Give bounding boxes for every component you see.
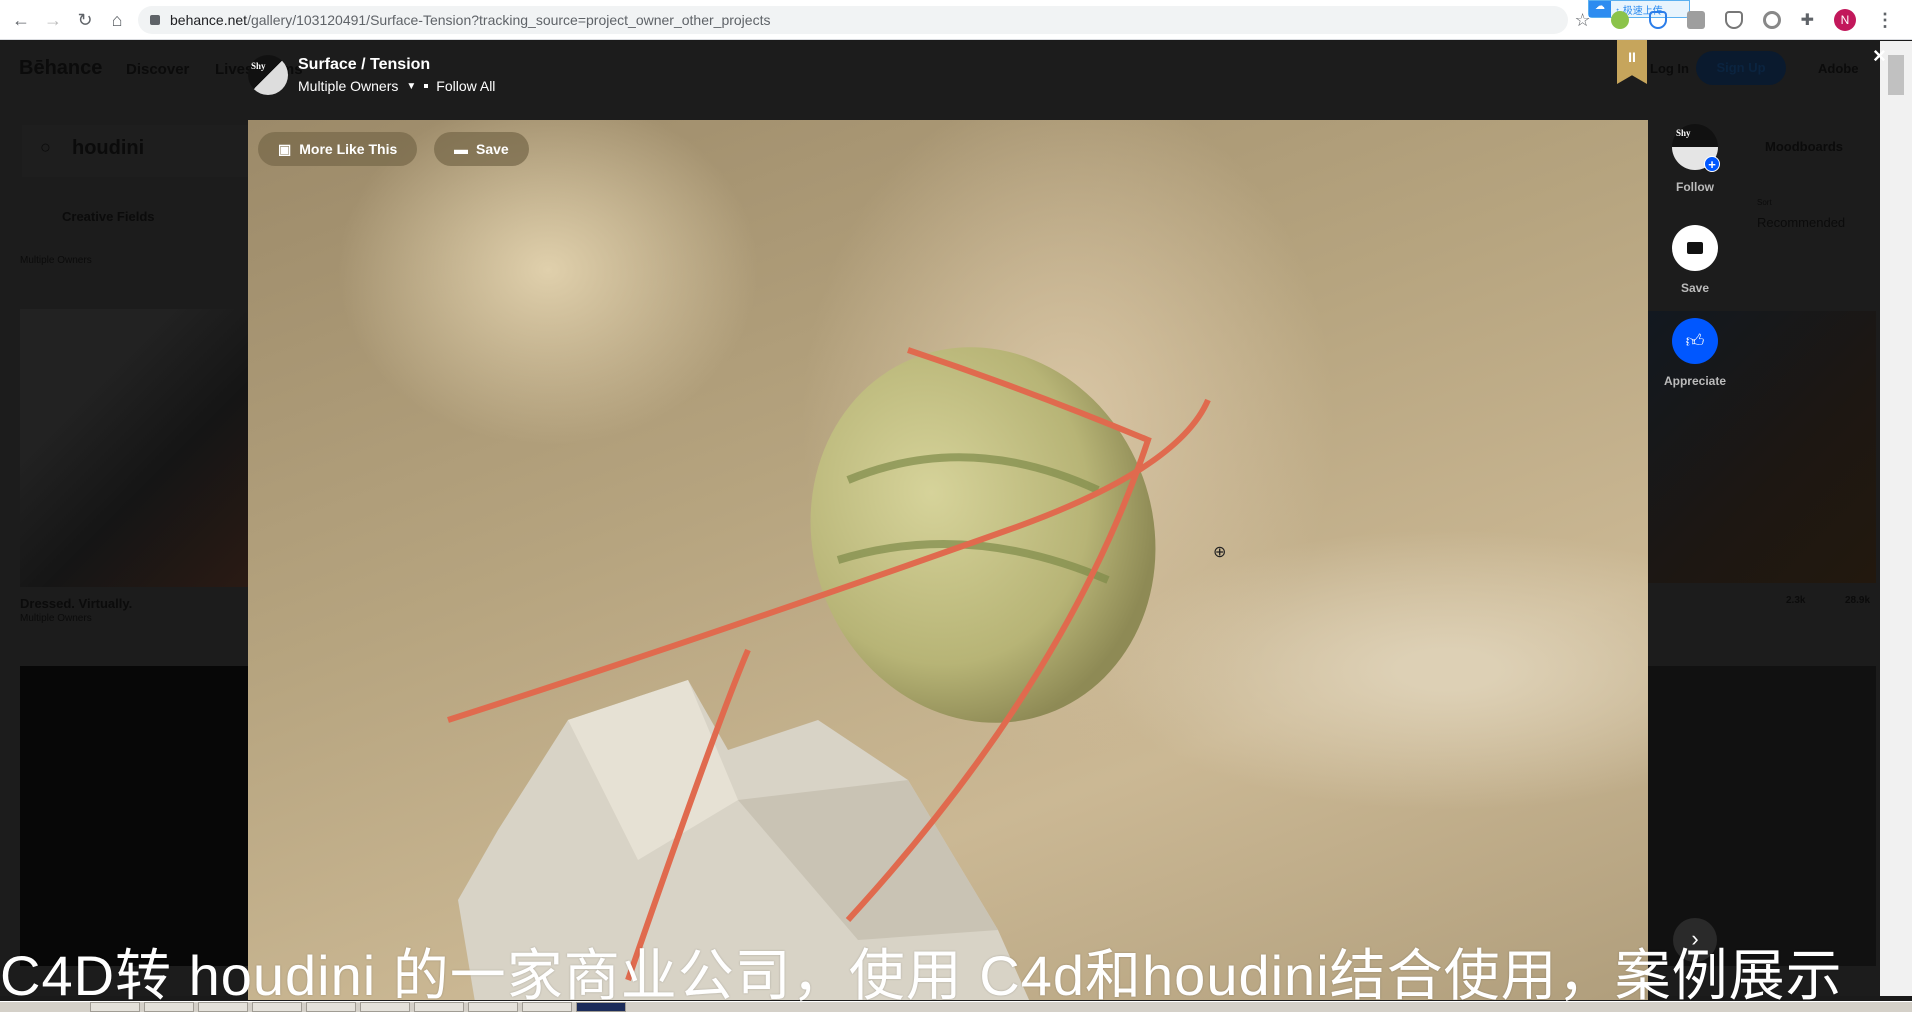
close-icon[interactable]: × [1873,45,1886,67]
appreciate-label: Appreciate [1663,374,1727,388]
lock-icon [150,15,160,25]
sort-label: Sort [1757,198,1772,207]
card-thumbnail[interactable] [20,666,248,966]
pdf-extension-icon[interactable] [1686,11,1705,29]
search-value: houdini [72,137,145,159]
taskbar-item[interactable] [306,1002,356,1012]
folder-icon: ▬ [454,141,468,157]
project-title: Surface / Tension [298,56,431,73]
taskbar-item[interactable] [252,1002,302,1012]
save-image-button[interactable]: ▬ Save [434,132,529,166]
login-link[interactable]: Log In [1650,61,1689,76]
appreciate-action[interactable]: 👍︎ Appreciate [1664,318,1726,388]
owners-avatar[interactable]: Shy [248,55,288,95]
puzzle-icon[interactable]: ✚ [1801,10,1814,30]
tab-moodboards[interactable]: Moodboards [1765,139,1843,154]
red-rope [447,347,1211,981]
filter-creative-fields[interactable]: Creative Fields [62,209,155,224]
taskbar-item[interactable] [576,1002,626,1012]
translate-extension-icon[interactable] [1724,11,1743,29]
menu-icon[interactable]: ⋮ [1876,10,1894,31]
green-extension-icon[interactable] [1610,11,1629,29]
browser-toolbar: ← → ↻ ⌂ behance.net/gallery/103120491/Su… [0,0,1912,40]
appreciation-count: 2.3k [1786,595,1806,606]
taskbar-item[interactable] [90,1002,140,1012]
card-title[interactable]: Dressed. Virtually. [20,596,132,611]
search-box[interactable]: ○ houdini [22,125,252,177]
owners-dropdown[interactable]: Multiple Owners [298,78,398,94]
home-icon[interactable]: ⌂ [106,9,128,31]
adobe-link[interactable]: Adobe [1818,61,1858,76]
behance-logo[interactable]: Bēhance [19,57,102,80]
reload-icon[interactable]: ↻ [74,9,96,31]
follow-action[interactable]: Shy + Follow [1672,124,1720,194]
view-count: 28.9k [1845,595,1871,606]
nav-discover[interactable]: Discover [126,61,189,78]
more-like-this-button[interactable]: ▣ More Like This [258,132,418,166]
taskbar-item[interactable] [360,1002,410,1012]
taskbar-item[interactable] [468,1002,518,1012]
thumbs-up-icon: 👍︎ [1685,331,1705,351]
sort-dropdown[interactable]: Recommended [1757,215,1845,230]
separator-dot [424,84,429,88]
card-thumbnail[interactable] [20,309,248,587]
taskbar-item[interactable] [198,1002,248,1012]
extension-bar: ☆ ✚ N ⋮ [1574,0,1912,40]
forward-icon[interactable]: → [42,9,64,31]
save-label: Save [1680,281,1710,295]
back-icon[interactable]: ← [10,9,32,31]
card-owner: Multiple Owners [20,613,92,624]
top-owner-label: Multiple Owners [20,255,92,266]
project-header: Shy Surface / Tension Multiple Owners ▼ … [248,50,495,100]
follow-all-link[interactable]: Follow All [436,78,495,94]
plus-icon: + [1704,156,1720,172]
page-scrollbar[interactable] [1880,41,1912,996]
image-icon: ▣ [278,140,292,157]
search-extension-icon[interactable] [1762,11,1781,29]
project-image[interactable]: ▣ More Like This ▬ Save ⊕ [248,120,1648,1000]
owner-avatar[interactable]: Shy + [1672,124,1720,172]
scrollbar-thumb[interactable] [1888,55,1904,95]
taskbar-item[interactable] [414,1002,464,1012]
star-icon[interactable]: ☆ [1574,10,1590,31]
shield-extension-icon[interactable] [1648,11,1667,29]
zoom-cursor-icon: ⊕ [1213,544,1227,561]
search-icon: ○ [40,137,51,157]
address-bar[interactable]: behance.net/gallery/103120491/Surface-Te… [138,6,1568,34]
chevron-down-icon[interactable]: ▼ [406,81,416,92]
folder-icon [1687,242,1703,254]
follow-label: Follow [1676,180,1714,194]
appreciate-button[interactable]: 👍︎ [1672,318,1718,364]
profile-avatar[interactable]: N [1834,9,1856,31]
url-text: behance.net/gallery/103120491/Surface-Te… [170,12,771,28]
save-circle-button[interactable] [1672,225,1718,271]
signup-button[interactable]: Sign Up [1696,51,1786,85]
taskbar-item[interactable] [522,1002,572,1012]
save-action[interactable]: Save [1672,225,1718,295]
os-taskbar [0,1001,1912,1012]
taskbar-item[interactable] [144,1002,194,1012]
